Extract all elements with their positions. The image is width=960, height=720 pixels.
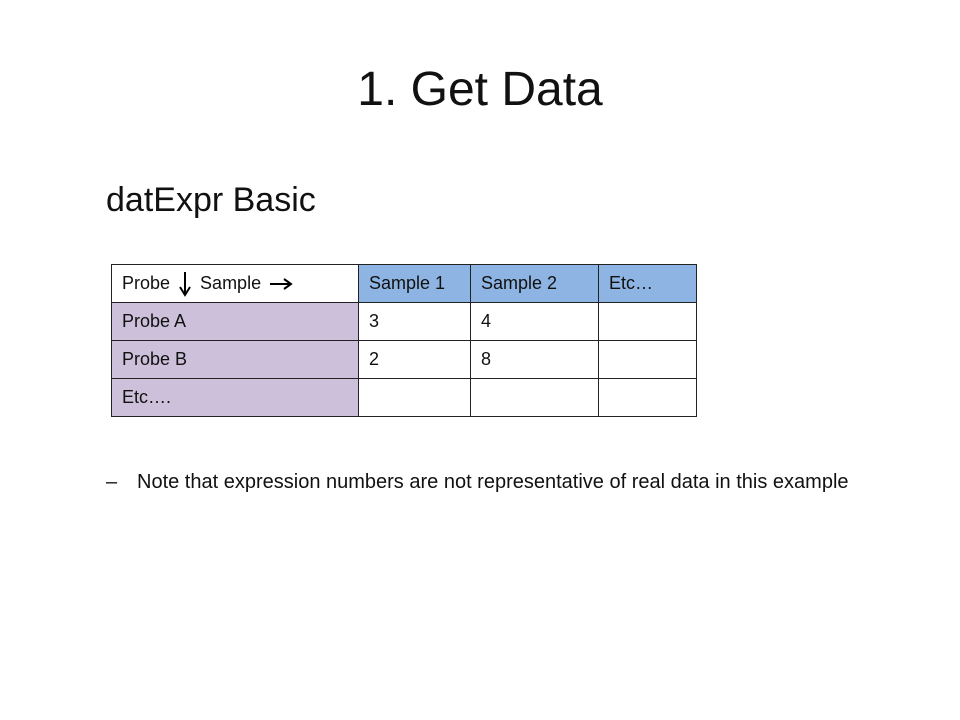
corner-probe-label: Probe bbox=[122, 273, 171, 293]
note-text: Note that expression numbers are not rep… bbox=[137, 471, 849, 493]
table-header-row: Probe Sample Sample 1 Sample 2 Etc… bbox=[111, 264, 697, 303]
corner-cell: Probe Sample bbox=[111, 264, 359, 303]
table-row: Etc…. bbox=[111, 378, 697, 417]
arrow-down-icon bbox=[179, 271, 191, 297]
data-cell bbox=[598, 340, 697, 379]
corner-sample-label: Sample bbox=[200, 273, 262, 293]
table-row: Probe B 2 8 bbox=[111, 340, 697, 379]
data-cell bbox=[358, 378, 471, 417]
header-cell: Etc… bbox=[598, 264, 697, 303]
note-bullet: – Note that expression numbers are not r… bbox=[106, 468, 866, 497]
slide-title: 1. Get Data bbox=[357, 63, 603, 116]
row-label-cell: Probe B bbox=[111, 340, 359, 379]
data-cell: 2 bbox=[358, 340, 471, 379]
data-cell bbox=[598, 302, 697, 341]
header-cell: Sample 1 bbox=[358, 264, 471, 303]
header-cell: Sample 2 bbox=[470, 264, 599, 303]
data-cell bbox=[470, 378, 599, 417]
slide: 1. Get Data datExpr Basic Probe Sample S… bbox=[0, 0, 960, 720]
data-cell: 8 bbox=[470, 340, 599, 379]
data-cell: 3 bbox=[358, 302, 471, 341]
arrow-right-icon bbox=[270, 277, 293, 290]
table-row: Probe A 3 4 bbox=[111, 302, 697, 341]
data-table: Probe Sample Sample 1 Sample 2 Etc… Prob… bbox=[111, 264, 697, 417]
row-label-cell: Probe A bbox=[111, 302, 359, 341]
bullet-dash: – bbox=[106, 471, 118, 493]
row-label-cell: Etc…. bbox=[111, 378, 359, 417]
data-cell bbox=[598, 378, 697, 417]
data-cell: 4 bbox=[470, 302, 599, 341]
slide-subtitle: datExpr Basic bbox=[106, 181, 316, 219]
